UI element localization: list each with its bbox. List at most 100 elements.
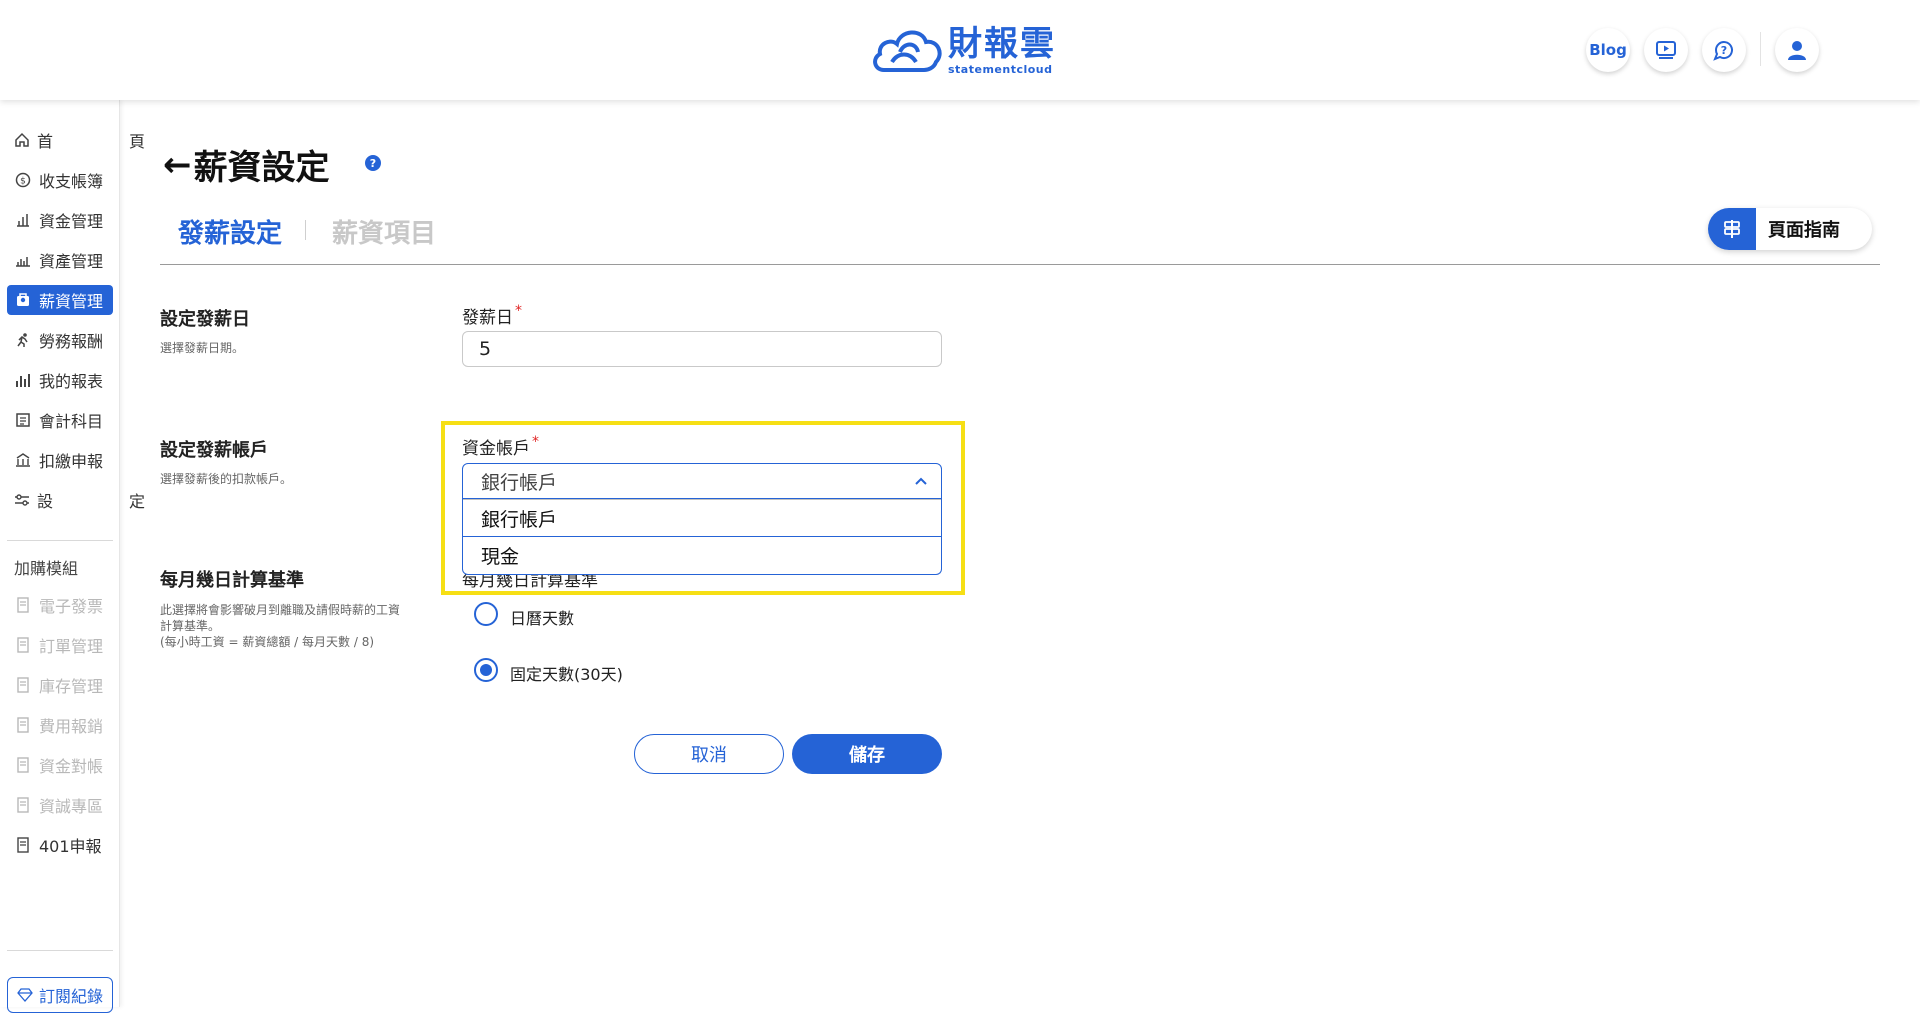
top-header: 財報雲 statementcloud Blog ? [0,0,1920,100]
sidebar-item-label: 電子發票 [39,597,104,616]
radio-selected-dot [480,664,492,676]
sidebar-item-label: 設 定 [37,492,176,511]
header-divider [1760,32,1761,66]
sidebar-item-label: 會計科目 [39,412,104,431]
brand-name: 財報雲 [948,23,1056,64]
page-title: ← 薪資設定 [163,140,330,189]
sidebar-item-label: 費用報銷 [39,717,104,736]
sidebar-divider [7,950,113,951]
sidebar-item-expenses[interactable]: 費用報銷 [7,710,113,740]
module-icon [14,676,32,694]
sidebar-item-e-invoice[interactable]: 電子發票 [7,590,113,620]
fund-account-dropdown: 銀行帳戶 現金 [462,499,942,575]
sidebar-item-label: 資金管理 [39,212,104,231]
sidebar-item-label: 扣繳申報 [39,452,104,471]
sidebar-item-pwc-zone[interactable]: 資誠專區 [7,790,113,820]
module-icon [14,596,32,614]
save-button[interactable]: 儲存 [792,734,942,774]
payroll-icon [14,291,32,309]
sidebar-item-label: 收支帳簿 [39,172,104,191]
sidebar-item-label: 我的報表 [39,372,104,391]
sidebar-item-accounts[interactable]: 會計科目 [7,405,113,435]
cancel-button[interactable]: 取消 [634,734,784,774]
signpost-icon [1708,208,1756,250]
radio-calendar-days-label[interactable]: 日曆天數 [510,605,574,629]
radio-calendar-days[interactable] [474,602,498,626]
cloud-logo-icon [873,30,942,72]
module-icon [14,636,32,654]
sidebar-item-labor-remuneration[interactable]: 勞務報酬 [7,325,113,355]
module-icon [14,796,32,814]
home-icon [14,131,30,149]
help-chat-button[interactable]: ? [1702,28,1746,72]
sidebar-item-401-filing[interactable]: 401申報 [7,830,113,860]
sidebar-item-payroll[interactable]: 薪資管理 [7,285,113,315]
user-icon [1788,41,1806,60]
brand-subtitle: statementcloud [948,62,1053,76]
sidebar-divider [7,540,113,541]
module-icon [14,836,32,854]
payday-section-desc: 選擇發薪日期。 [160,341,245,355]
module-icon [14,716,32,734]
back-arrow-icon[interactable]: ← [163,145,192,185]
sidebar-item-label: 資誠專區 [39,797,104,816]
sidebar-item-assets[interactable]: 資產管理 [7,245,113,275]
blog-button[interactable]: Blog [1586,28,1630,72]
sidebar-item-label: 勞務報酬 [39,332,104,351]
sidebar: 首 頁 $ 收支帳簿 資金管理 資產管理 薪資管理 勞務報酬 我的報表 會計科目… [0,100,145,1007]
tab-salary-items[interactable]: 薪資項目 [332,213,436,250]
subscription-history-button[interactable]: 訂閱紀錄 [7,977,113,1013]
sidebar-item-reconciliation[interactable]: 資金對帳 [7,750,113,780]
sidebar-item-label: 庫存管理 [39,677,104,696]
addon-section-title: 加購模組 [14,559,79,578]
sidebar-item-label: 首 頁 [37,132,176,151]
sidebar-item-settings[interactable]: 設 定 [7,485,145,515]
sidebar-item-funds[interactable]: 資金管理 [7,205,113,235]
fund-icon [14,211,32,229]
subscription-history-label: 訂閱紀錄 [38,987,103,1006]
diamond-icon [17,988,33,1002]
blog-label: Blog [1589,41,1627,59]
page-title-text: 薪資設定 [193,148,330,188]
sidebar-item-orders[interactable]: 訂單管理 [7,630,113,660]
sidebar-item-inventory[interactable]: 庫存管理 [7,670,113,700]
tab-payday-settings[interactable]: 發薪設定 [178,213,282,250]
sidebar-item-label: 資金對帳 [39,757,104,776]
page-guide-button[interactable]: 頁面指南 [1708,208,1872,250]
help-chat-icon: ? [1713,41,1733,61]
svg-text:$: $ [20,177,26,187]
radio-fixed-days[interactable] [474,658,498,682]
payday-section-title: 設定發薪日 [160,309,250,330]
video-tutorial-button[interactable] [1644,28,1688,72]
coin-icon: $ [14,171,32,189]
user-account-button[interactable] [1775,28,1819,72]
sidebar-item-reports[interactable]: 我的報表 [7,365,113,395]
dropdown-option-cash[interactable]: 現金 [463,536,941,573]
brand-logo[interactable]: 財報雲 statementcloud [870,22,1056,78]
tax-icon [14,451,32,469]
ledger-icon [14,411,32,429]
sidebar-item-home[interactable]: 首 頁 [7,125,145,155]
sidebar-item-withholding[interactable]: 扣繳申報 [7,445,113,475]
radio-fixed-days-label[interactable]: 固定天數(30天) [510,661,623,685]
tab-separator [305,220,306,240]
sidebar-item-label: 訂單管理 [39,637,104,656]
tab-underline-divider [160,264,1880,265]
asset-icon [14,251,32,269]
sidebar-item-cashbook[interactable]: $ 收支帳簿 [7,165,113,195]
settings-sliders-icon [14,491,30,509]
video-tutorial-icon [1656,41,1676,59]
help-question-icon[interactable]: ? [365,155,381,171]
account-section-title: 設定發薪帳戶 [160,440,268,461]
sidebar-item-label: 薪資管理 [39,292,104,311]
svg-text:?: ? [1721,44,1727,57]
report-chart-icon [14,371,32,389]
payday-input[interactable] [462,331,942,367]
dropdown-option-bank-account[interactable]: 銀行帳戶 [463,499,941,536]
payday-field-label: 發薪日 * [462,303,522,328]
sidebar-item-label: 資產管理 [39,252,104,271]
module-icon [14,756,32,774]
basis-section-title: 每月幾日計算基準 [160,570,304,591]
basis-section-desc: 此選擇將會影響破月到離職及請假時薪的工資 計算基準。 (每小時工資 = 薪資總額… [160,603,401,649]
page-guide-label: 頁面指南 [1768,220,1840,241]
